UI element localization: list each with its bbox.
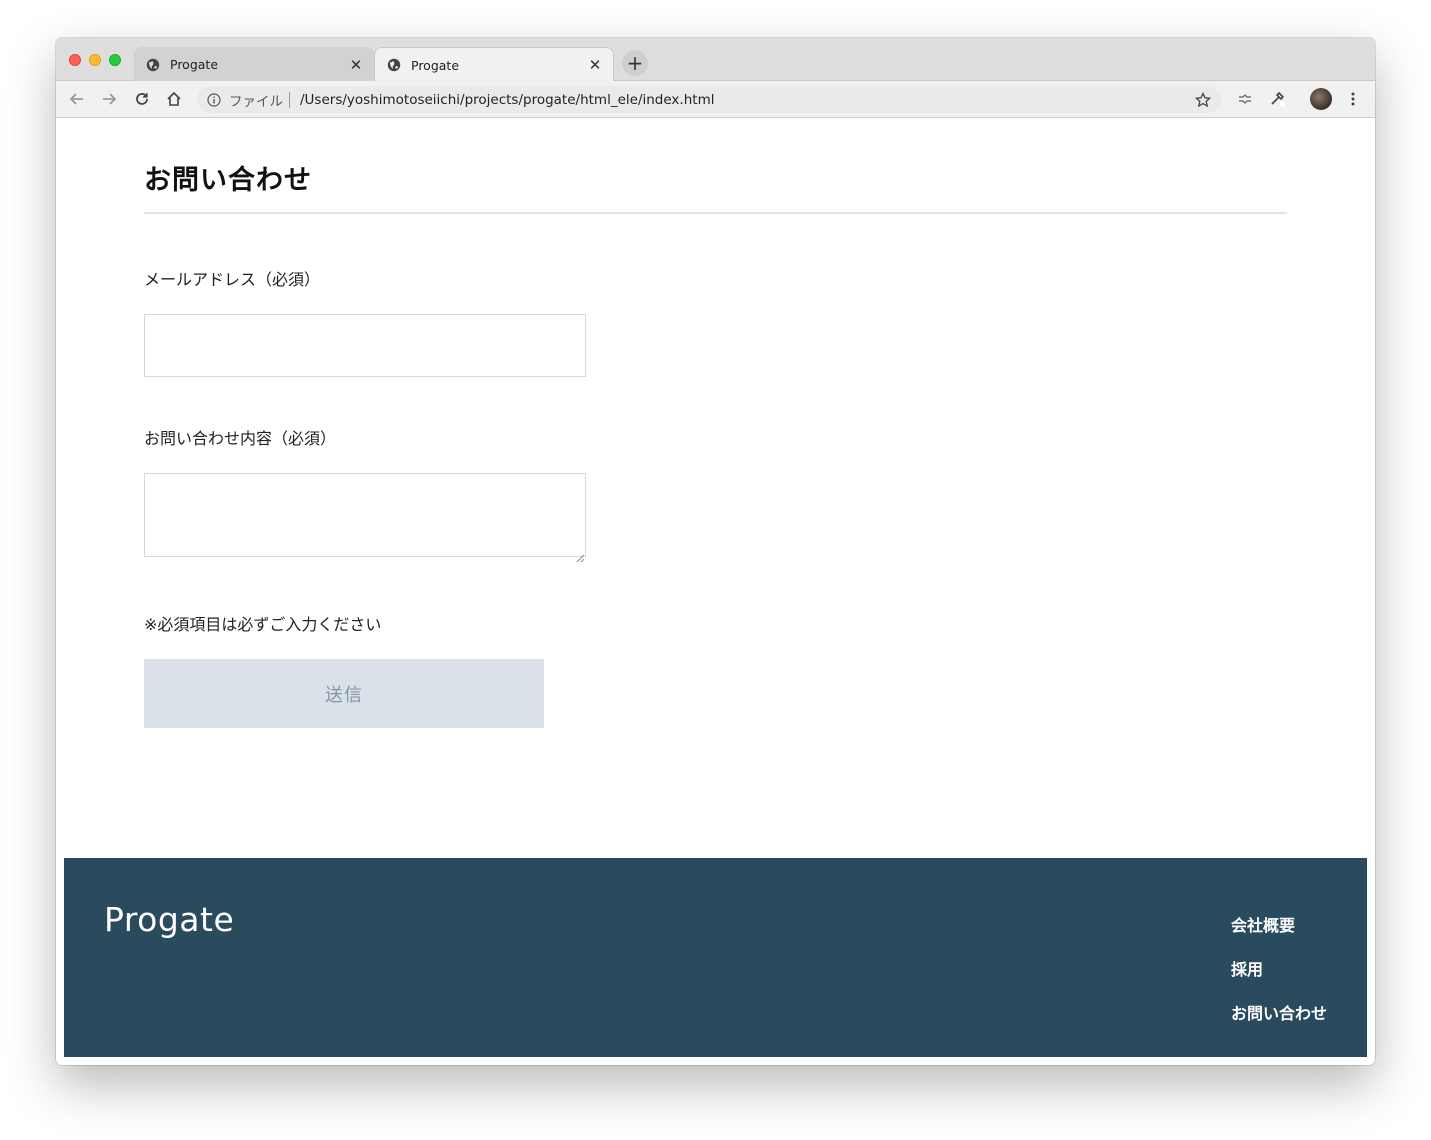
footer-link-company[interactable]: 会社概要	[1231, 916, 1327, 960]
page-title: お問い合わせ	[144, 165, 312, 196]
back-arrow-icon[interactable]	[67, 89, 87, 109]
resize-handle-icon[interactable]	[576, 547, 585, 563]
extension-icon[interactable]	[1235, 89, 1255, 109]
browser-window: Progate ✕ Progate ✕ + ファイル /Users/yoshim…	[56, 38, 1375, 1065]
message-label: お問い合わせ内容（必須）	[144, 429, 337, 448]
menu-kebab-icon[interactable]	[1343, 89, 1363, 109]
footer-logo[interactable]: Progate	[104, 900, 234, 939]
footer-link-recruit[interactable]: 採用	[1231, 960, 1327, 1004]
info-icon[interactable]	[207, 92, 221, 107]
footer-link-contact[interactable]: お問い合わせ	[1231, 1004, 1327, 1048]
email-label: メールアドレス（必須）	[144, 270, 321, 289]
tab-close-icon[interactable]: ✕	[348, 57, 364, 73]
profile-avatar[interactable]	[1310, 88, 1332, 110]
window-minimize-button[interactable]	[89, 54, 101, 66]
page-content: お問い合わせ メールアドレス（必須） お問い合わせ内容（必須） ※必須項目は必ず…	[56, 118, 1375, 1065]
title-divider	[144, 212, 1287, 214]
footer-nav: 会社概要 採用 お問い合わせ	[1231, 916, 1327, 1048]
tab-strip: Progate ✕ Progate ✕ +	[56, 38, 1375, 82]
forward-arrow-icon[interactable]	[99, 89, 119, 109]
globe-icon	[146, 58, 160, 72]
message-textarea[interactable]	[144, 473, 586, 563]
address-bar[interactable]: ファイル /Users/yoshimotoseiichi/projects/pr…	[197, 86, 1221, 113]
site-footer: Progate 会社概要 採用 お問い合わせ	[64, 858, 1367, 1057]
bookmark-star-icon[interactable]	[1195, 91, 1211, 108]
window-maximize-button[interactable]	[109, 54, 121, 66]
tab-progate-2[interactable]: Progate ✕	[374, 47, 614, 82]
email-field[interactable]	[144, 314, 586, 377]
address-separator	[289, 91, 290, 108]
tab-title: Progate	[411, 57, 460, 73]
home-icon[interactable]	[164, 89, 184, 109]
tab-progate-1[interactable]: Progate ✕	[134, 47, 374, 82]
window-close-button[interactable]	[69, 54, 81, 66]
new-tab-button[interactable]: +	[622, 50, 648, 76]
reload-icon[interactable]	[132, 89, 152, 109]
address-url[interactable]: /Users/yoshimotoseiichi/projects/progate…	[300, 92, 1195, 108]
browser-toolbar: ファイル /Users/yoshimotoseiichi/projects/pr…	[56, 81, 1375, 118]
required-note: ※必須項目は必ずご入力ください	[144, 615, 382, 634]
address-scheme-label: ファイル	[229, 93, 283, 110]
eyedropper-icon[interactable]	[1267, 89, 1287, 109]
submit-button[interactable]: 送信	[144, 659, 544, 728]
tab-title: Progate	[170, 57, 219, 72]
globe-icon	[387, 58, 401, 72]
tab-close-icon[interactable]: ✕	[587, 57, 603, 73]
